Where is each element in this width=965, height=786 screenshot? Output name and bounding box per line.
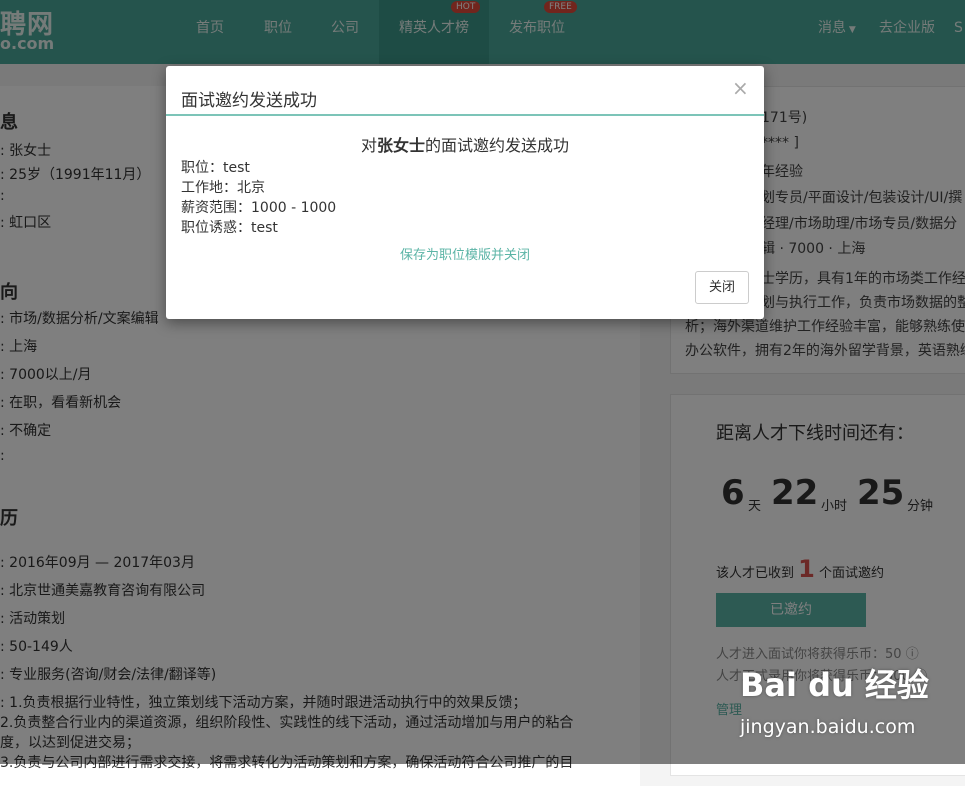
close-button[interactable]: 关闭	[695, 271, 749, 304]
baidu-watermark: Bai du 经验	[740, 666, 929, 704]
success-headline: 对张女士的面试邀约发送成功	[360, 136, 570, 155]
candidate-name: 张女士	[376, 136, 425, 155]
close-icon[interactable]: ×	[732, 76, 749, 100]
title-divider	[166, 114, 764, 116]
baidu-watermark-url: jingyan.baidu.com	[740, 716, 916, 738]
job-location: 工作地：北京	[181, 180, 265, 196]
invite-success-dialog: 面试邀约发送成功 × 对张女士的面试邀约发送成功 职位：test 工作地：北京 …	[166, 66, 764, 319]
dialog-title: 面试邀约发送成功	[181, 91, 317, 111]
job-benefits: 职位诱惑：test	[181, 220, 278, 236]
save-template-link[interactable]: 保存为职位模版并关闭	[166, 244, 764, 263]
job-position: 职位：test	[181, 160, 250, 176]
job-salary: 薪资范围：1000 - 1000	[181, 200, 337, 216]
